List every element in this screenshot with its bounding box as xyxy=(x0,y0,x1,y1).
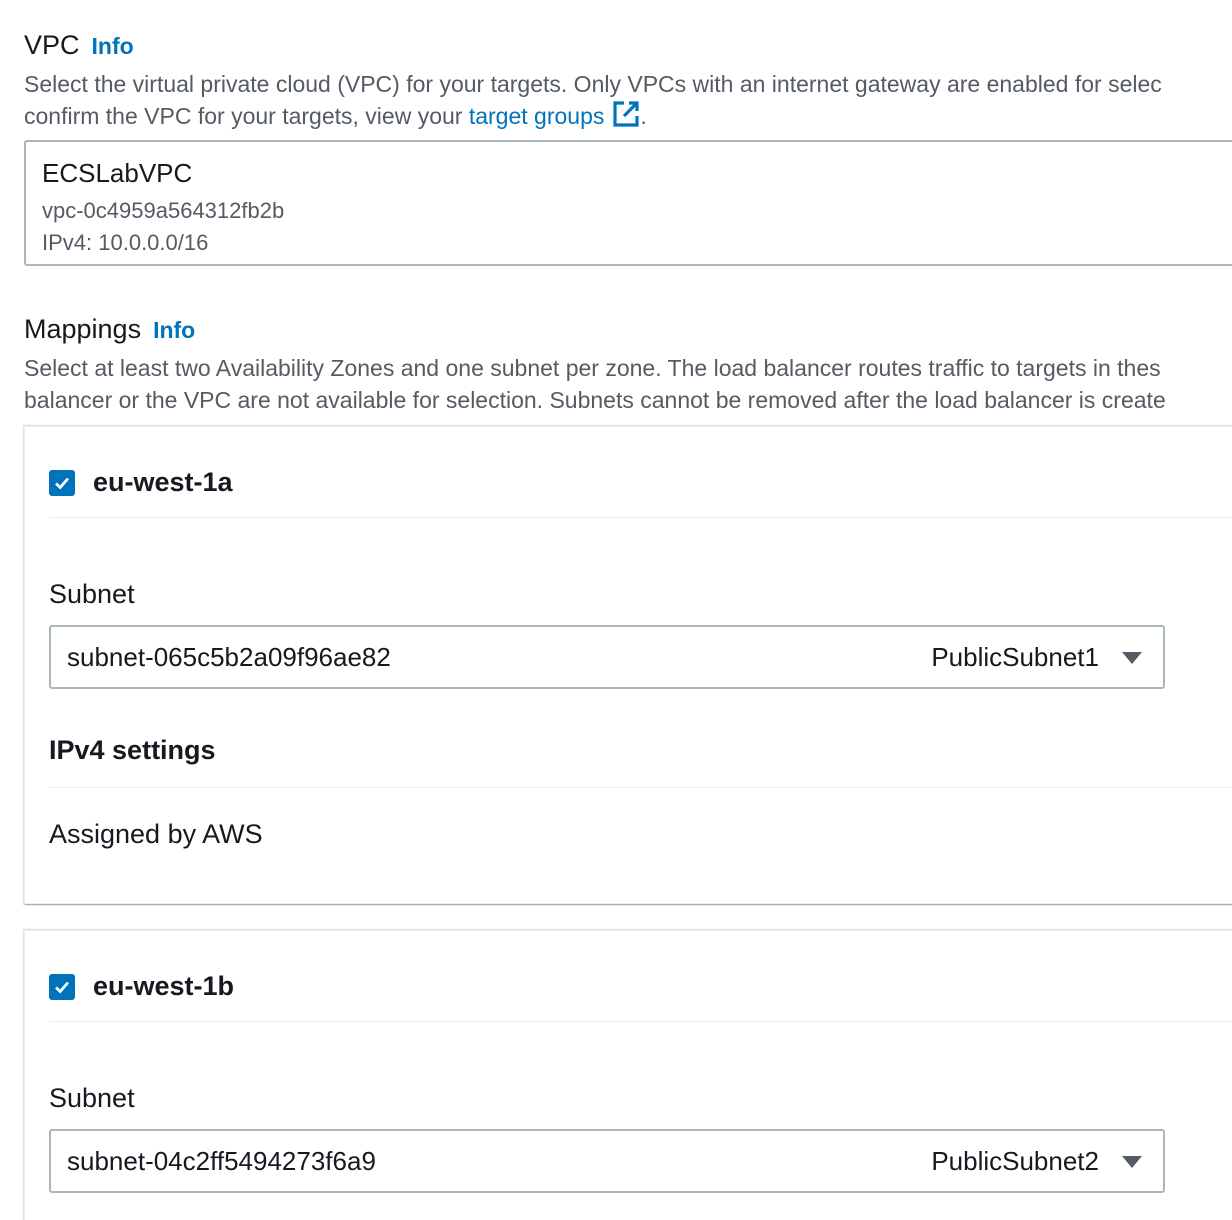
target-groups-link-label: target groups xyxy=(468,103,605,129)
az-header: eu-west-1b xyxy=(49,971,234,1002)
ipv4-assignment: Assigned by AWS xyxy=(49,819,263,849)
vpc-id: vpc-0c4959a564312fb2b xyxy=(42,198,285,223)
az-divider xyxy=(49,517,1232,518)
caret-down-icon xyxy=(1122,1156,1142,1168)
vpc-name: ECSLabVPC xyxy=(42,158,193,188)
vpc-title: VPC xyxy=(24,30,80,60)
subnet-name-tag: PublicSubnet1 xyxy=(931,642,1099,672)
subnet-name-tag: PublicSubnet2 xyxy=(931,1146,1099,1176)
subnet-id: subnet-065c5b2a09f96ae82 xyxy=(67,642,391,672)
mappings-section-title: Mappings Info xyxy=(24,314,195,345)
az-divider xyxy=(49,1021,1232,1022)
az-checkbox-eu-west-1b[interactable] xyxy=(49,973,75,1000)
load-balancer-network-mapping: VPC Info Select the virtual private cloud… xyxy=(0,0,1232,1220)
vpc-section-title: VPC Info xyxy=(24,30,134,61)
vpc-description-prefix: confirm the VPC for your targets, view y… xyxy=(24,103,469,129)
az-checkbox-eu-west-1a[interactable] xyxy=(49,469,75,496)
vpc-description-line2: confirm the VPC for your targets, view y… xyxy=(24,100,1162,132)
vpc-info-link[interactable]: Info xyxy=(92,33,134,59)
mappings-description-line1: Select at least two Availability Zones a… xyxy=(24,355,1161,381)
az-card-eu-west-1b: eu-west-1b Subnet subnet-04c2ff5494273f6… xyxy=(24,930,1232,1220)
subnet-select-eu-west-1a[interactable]: subnet-065c5b2a09f96ae82 PublicSubnet1 xyxy=(49,625,1165,689)
subnet-label: Subnet xyxy=(49,579,135,609)
mappings-description: Select at least two Availability Zones a… xyxy=(24,352,1166,416)
az-label: eu-west-1a xyxy=(93,467,233,497)
vpc-selector[interactable]: ECSLabVPC vpc-0c4959a564312fb2b IPv4: 10… xyxy=(24,140,1232,266)
ipv4-settings-heading: IPv4 settings xyxy=(49,735,216,765)
caret-down-icon xyxy=(1122,652,1142,664)
az-label: eu-west-1b xyxy=(93,971,235,1001)
vpc-description: Select the virtual private cloud (VPC) f… xyxy=(24,68,1162,132)
vpc-cidr: IPv4: 10.0.0.0/16 xyxy=(42,230,209,255)
mappings-description-line2: balancer or the VPC are not available fo… xyxy=(24,387,1166,413)
target-groups-link[interactable]: target groups xyxy=(468,101,641,129)
checkmark-icon xyxy=(55,981,70,994)
az-header: eu-west-1a xyxy=(49,467,233,498)
mappings-info-link[interactable]: Info xyxy=(153,317,195,343)
subnet-label: Subnet xyxy=(49,1083,135,1113)
checkmark-icon xyxy=(55,477,70,490)
subnet-id: subnet-04c2ff5494273f6a9 xyxy=(67,1146,376,1176)
subnet-select-eu-west-1b[interactable]: subnet-04c2ff5494273f6a9 PublicSubnet2 xyxy=(49,1129,1165,1193)
external-link-icon xyxy=(613,101,639,127)
mappings-title: Mappings xyxy=(24,314,142,344)
vpc-description-suffix: . xyxy=(640,103,647,129)
az-card-eu-west-1a: eu-west-1a Subnet subnet-065c5b2a09f96ae… xyxy=(24,426,1232,904)
vpc-description-line1: Select the virtual private cloud (VPC) f… xyxy=(24,71,1162,97)
ipv4-divider xyxy=(49,787,1232,788)
